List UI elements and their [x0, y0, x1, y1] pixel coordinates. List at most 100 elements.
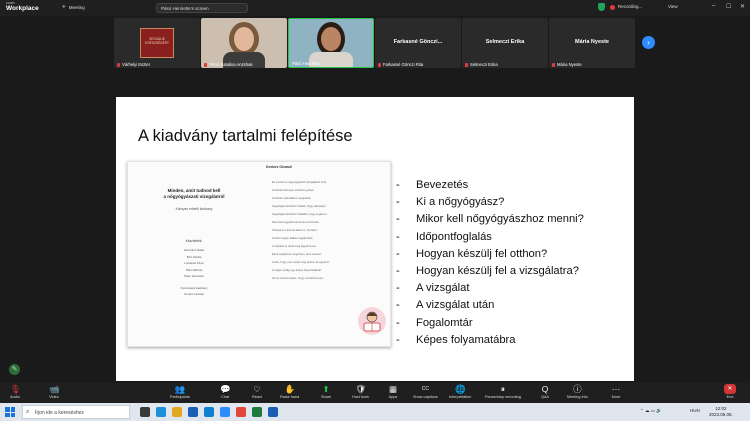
participant-name: Pécsi Katalina Anzshas	[204, 62, 253, 67]
taskbar-clock[interactable]: 12:02 2023.05.05.	[709, 406, 733, 418]
qa-button[interactable]: Q Q&A	[540, 384, 550, 399]
pause-stop-recording-button[interactable]: ⏸ Pause/stop recording	[485, 384, 521, 399]
meeting-icon: ✳	[62, 4, 66, 9]
document-preview: Minden, amit tudnod kell a nőgyógyászati…	[127, 161, 391, 347]
list-item: - Hogyan készülj fel a vizsgálatra?	[396, 264, 579, 277]
close-icon[interactable]: ✕	[740, 3, 745, 10]
document-title: Minden, amit tudnod kell a nőgyógyászati…	[128, 188, 260, 200]
chat-button[interactable]: 💬 Chat	[220, 384, 231, 399]
end-meeting-button[interactable]: ✕ End	[724, 384, 736, 399]
share-button[interactable]: ⬆ Share	[321, 384, 331, 399]
next-page-arrow-icon[interactable]: ›	[642, 36, 655, 49]
participant-tile[interactable]: SEXUÁLIS EGÉSZSÉGÉRT Várhelyi Eszter	[114, 18, 200, 68]
list-item: -A vizsgálat	[396, 282, 470, 295]
intro-line: Olvasd el a füzetet akkor is, ha félsz.	[272, 228, 318, 232]
participants-button[interactable]: 👥 Participants	[170, 384, 190, 399]
intro-line: Segítséget kérhetsz valakitől, hogy segí…	[272, 212, 328, 216]
intro-line: Ez a füzet a nőgyógyászati vizsgálatról …	[272, 180, 327, 184]
raise-hand-button[interactable]: ✋ Raise hand	[280, 384, 299, 399]
muted-mic-icon	[465, 62, 468, 67]
zoom-app-icon[interactable]	[220, 407, 230, 417]
participant-name: Pásó Henriette	[292, 61, 320, 66]
react-button[interactable]: ♡ React	[252, 384, 262, 399]
document-title-line: a nőgyógyászati vizsgálatról	[163, 194, 225, 199]
edge-browser-icon[interactable]	[156, 407, 166, 417]
recording-label[interactable]: Recording...	[618, 4, 642, 9]
language-indicator[interactable]: HUN	[690, 408, 700, 413]
muted-mic-icon	[378, 62, 381, 67]
captions-icon: CC	[421, 386, 429, 392]
participant-name: Farkasné Gönczi Rita	[378, 62, 423, 67]
more-button[interactable]: ⋯ More	[611, 384, 621, 399]
chat-icon: 💬	[220, 384, 231, 394]
apps-button[interactable]: ▦ Apps	[388, 384, 398, 399]
muted-mic-icon	[117, 62, 120, 67]
intro-line: A füzetet rajzokkal is segítettük.	[272, 196, 312, 200]
word-document-icon[interactable]	[268, 407, 278, 417]
search-placeholder: Írjon ide a kereséshez	[35, 409, 84, 416]
participant-name: Várhelyi Eszter	[117, 62, 150, 67]
word-icon[interactable]	[188, 407, 198, 417]
muted-mic-icon	[552, 62, 555, 67]
meeting-tab[interactable]: ✳ Meeting	[62, 4, 85, 10]
minimize-icon[interactable]: –	[712, 3, 715, 9]
contents-bullet-list: - Bevezetés - Ki a nőgyógyász? - Mikor kell…	[396, 177, 584, 349]
taskbar-search-box[interactable]: ⌕ Írjon ide a kereséshez	[22, 405, 130, 419]
host-tools-button[interactable]: 🛡 Host tools	[352, 384, 369, 399]
reading-person-illustration	[358, 307, 386, 335]
search-icon: ⌕	[26, 409, 30, 415]
brand-logo: zoom Workplace	[6, 1, 39, 12]
share-icon: ⬆	[322, 384, 330, 394]
react-icon: ♡	[253, 384, 261, 394]
system-tray-icons[interactable]: ⌃ ☁ ▭ 🔊	[640, 408, 662, 414]
participant-face	[234, 27, 254, 51]
microphone-muted-icon: 🎙	[10, 384, 21, 394]
list-item: -A vizsgálat után	[396, 299, 495, 312]
intro-line: A füzetet könnyen érthető nyelven	[272, 188, 315, 192]
document-cover-page: Minden, amit tudnod kell a nőgyógyászati…	[128, 162, 260, 346]
list-item: - Bevezetés	[396, 179, 469, 191]
meeting-info-button[interactable]: ⓘ Meeting info	[567, 384, 588, 399]
apps-icon: ▦	[388, 384, 398, 394]
authors-heading: Készítették:	[185, 239, 203, 243]
view-button[interactable]: View	[668, 4, 678, 9]
maximize-icon[interactable]: ☐	[726, 3, 731, 10]
chrome-icon[interactable]	[236, 407, 246, 417]
interpretation-button[interactable]: 🌐 Interpretation	[449, 384, 471, 399]
file-explorer-icon[interactable]	[172, 407, 182, 417]
intro-line: Segítséget kérhetsz valakit, hogy elkísé…	[272, 204, 327, 208]
participant-tile-active-speaker[interactable]: Pásó Henriette	[288, 18, 374, 68]
participant-tile[interactable]: Pécsi Katalina Anzshas	[201, 18, 287, 68]
video-button[interactable]: 📹 Video	[49, 384, 60, 399]
show-captions-button[interactable]: CC Show captions	[413, 384, 438, 399]
raise-hand-icon: ✋	[284, 384, 296, 394]
task-view-icon[interactable]	[140, 407, 150, 417]
annotation-shortcut-icon[interactable]: ✎	[9, 364, 20, 375]
security-shield-icon[interactable]	[598, 3, 605, 11]
zoom-window: zoom Workplace ✳ Meeting Pásó Henriette'…	[0, 0, 750, 403]
qa-icon: Q	[541, 384, 549, 394]
share-label: Pásó Henriette's screen	[161, 6, 209, 11]
intro-heading: Kedves Olvasó!	[266, 165, 293, 169]
participant-tile[interactable]: Selmeczi Erika Selmeczi Erika	[462, 18, 548, 68]
participant-tile[interactable]: Mária Nyeste Mária Nyeste	[549, 18, 635, 68]
author: Pásó Henriette	[184, 274, 204, 278]
participants-icon: 👥	[174, 384, 186, 394]
excel-icon[interactable]	[252, 407, 262, 417]
screen-share-indicator[interactable]: Pásó Henriette's screen	[156, 3, 248, 13]
audio-button[interactable]: 🎙 Audio	[10, 384, 21, 399]
list-item: - Ki a nőgyógyász?	[396, 196, 505, 209]
participant-face	[321, 27, 341, 51]
recording-dot-icon	[610, 4, 615, 10]
participant-display-name: Selmeczi Erika	[485, 39, 525, 45]
end-call-icon: ✕	[724, 384, 736, 394]
list-item: - Fogalomtár	[396, 316, 473, 329]
clock-date: 2023.05.05.	[709, 412, 733, 417]
host-tools-icon: 🛡	[355, 384, 367, 394]
participant-tile[interactable]: Farkasné Gönczi... Farkasné Gönczi Rita	[375, 18, 461, 68]
outlook-icon[interactable]	[204, 407, 214, 417]
list-item: - Hogyan készülj fel otthon?	[396, 247, 548, 260]
windows-start-icon[interactable]	[5, 407, 15, 417]
participant-display-name: Farkasné Gönczi...	[393, 39, 443, 45]
shared-screen-slide: A kiadvány tartalmi felépítése Minden, a…	[116, 97, 634, 381]
